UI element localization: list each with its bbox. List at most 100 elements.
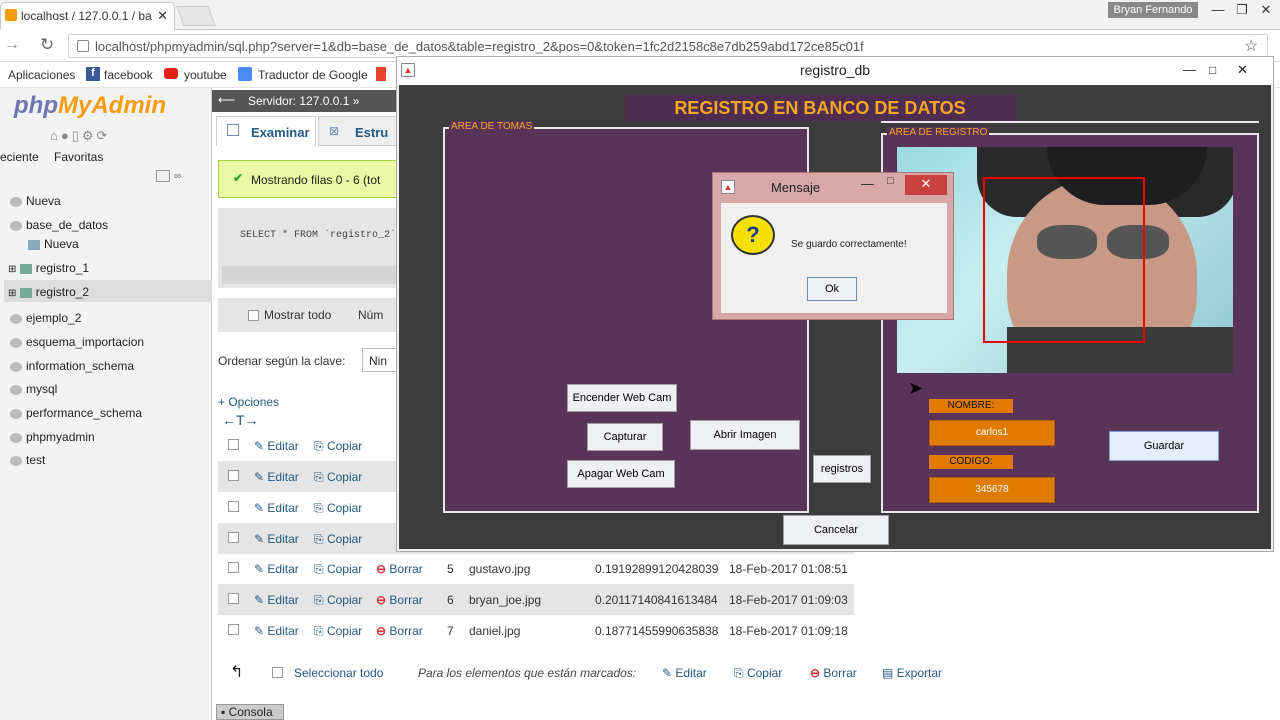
column-arrows-icon[interactable]: ←T→ <box>222 412 259 428</box>
cell-date: 18-Feb-2017 01:09:18 <box>729 624 848 638</box>
console-tab[interactable]: ▪ Consola <box>216 704 284 720</box>
row-edit-link[interactable]: ✎ Editar <box>254 624 299 638</box>
forward-icon[interactable]: → <box>4 36 20 54</box>
open-image-button[interactable]: Abrir Imagen <box>690 420 800 450</box>
tree-registro-1[interactable]: ⊞ registro_1 <box>8 261 89 275</box>
sql-text: SELECT * FROM `registro_2` <box>240 230 397 241</box>
row-delete-link[interactable]: ⊖ Borrar <box>376 593 423 607</box>
cancel-button[interactable]: Cancelar <box>783 515 889 545</box>
reload-icon[interactable]: ↻ <box>40 35 54 55</box>
youtube-icon <box>164 68 178 79</box>
bulk-delete-button[interactable]: ⊖ Borrar <box>810 666 857 680</box>
bookmark-apps[interactable]: Aplicaciones <box>8 68 75 82</box>
new-tab-button[interactable] <box>176 6 216 26</box>
tree-new-db[interactable]: Nueva <box>10 194 61 208</box>
dialog-close-icon[interactable]: ✕ <box>905 175 947 195</box>
records-button[interactable]: registros <box>813 455 871 483</box>
dialog-minimize-icon[interactable]: — <box>861 176 874 191</box>
name-field[interactable]: carlos1 <box>929 420 1055 446</box>
phpmyadmin-logo[interactable]: phpMyAdmin <box>14 92 166 120</box>
tree-phpmyadmin[interactable]: phpmyadmin <box>10 430 95 444</box>
close-icon[interactable]: ✕ <box>1237 57 1248 83</box>
cell-value: 0.19192899120428039 <box>595 562 719 576</box>
tree-esquema-importacion[interactable]: esquema_importacion <box>10 335 144 349</box>
code-label: CODIGO: <box>929 455 1013 469</box>
facebook-icon: f <box>86 67 100 81</box>
show-all-checkbox[interactable] <box>248 310 259 321</box>
sql-query-box: SELECT * FROM `registro_2` <box>218 208 402 288</box>
structure-icon: ⊠ <box>329 124 340 138</box>
tree-mysql[interactable]: mysql <box>10 382 57 396</box>
structure-label: Estru <box>355 125 389 140</box>
tree-base-de-datos[interactable]: base_de_datos <box>10 218 108 232</box>
page-info-icon[interactable] <box>77 40 89 52</box>
ok-button[interactable]: Ok <box>807 277 857 301</box>
link-icon[interactable]: ∞ <box>174 171 181 182</box>
sql-actions-bar <box>222 266 402 284</box>
row-checkbox[interactable] <box>228 562 239 576</box>
pma-favicon-icon <box>5 9 17 21</box>
question-icon: ? <box>731 215 775 255</box>
pma-nav-icons[interactable]: ⌂●▯⚙⟳ <box>50 128 110 144</box>
stop-webcam-button[interactable]: Apagar Web Cam <box>567 460 675 488</box>
bulk-copy-button[interactable]: ⎘ Copiar <box>734 666 782 681</box>
options-link[interactable]: + Opciones <box>218 395 279 409</box>
dialog-maximize-icon[interactable]: □ <box>887 175 894 187</box>
maximize-icon[interactable]: □ <box>1209 57 1216 83</box>
user-profile-badge[interactable]: Bryan Fernando <box>1108 2 1198 18</box>
bookmark-translate[interactable]: Traductor de Google <box>258 68 368 82</box>
save-button[interactable]: Guardar <box>1109 431 1219 461</box>
minimize-icon[interactable]: — <box>1183 57 1196 83</box>
navigation-bar: Mostrar todo Núm <box>218 298 402 332</box>
row-edit-link[interactable]: ✎ Editar <box>254 562 299 576</box>
maximize-icon[interactable]: ❐ <box>1232 2 1252 18</box>
row-copy-link[interactable]: ⎘ Copiar <box>314 562 362 577</box>
row-delete-link[interactable]: ⊖ Borrar <box>376 624 423 638</box>
window-titlebar: ▲ registro_db — □ ✕ <box>397 57 1273 85</box>
show-all-label: Mostrar todo <box>264 308 332 322</box>
row-checkbox[interactable] <box>228 593 239 607</box>
tree-registro-2[interactable]: ⊞ registro_2 <box>8 285 89 299</box>
tree-new-table[interactable]: Nueva <box>28 237 79 251</box>
tree-ejemplo-2[interactable]: ejemplo_2 <box>10 311 81 325</box>
close-tab-icon[interactable]: ✕ <box>157 8 168 24</box>
back-arrow-icon[interactable]: ⟵ <box>218 93 235 107</box>
java-icon: ▲ <box>721 180 735 194</box>
collapse-all-icon[interactable] <box>156 170 170 182</box>
bookmark-youtube[interactable]: youtube <box>184 68 227 82</box>
success-message: ✔ Mostrando filas 0 - 6 (tot <box>218 160 402 198</box>
dialog-titlebar: ▲ Mensaje — □ ✕ <box>713 173 953 201</box>
bulk-export-button[interactable]: ▤ Exportar <box>882 666 942 680</box>
console-label: Consola <box>228 705 273 719</box>
tree-performance-schema[interactable]: performance_schema <box>10 406 142 420</box>
tab-recent[interactable]: eciente <box>0 150 39 164</box>
close-window-icon[interactable]: ✕ <box>1256 2 1276 18</box>
row-checkbox[interactable] <box>228 624 239 638</box>
code-field[interactable]: 345678 <box>929 477 1055 503</box>
tree-test[interactable]: test <box>10 453 45 467</box>
server-crumb[interactable]: Servidor: 127.0.0.1 » <box>248 94 359 108</box>
logo-myadmin: MyAdmin <box>57 92 166 119</box>
row-delete-link[interactable]: ⊖ Borrar <box>376 562 423 576</box>
row-copy-link[interactable]: ⎘ Copiar <box>314 593 362 608</box>
capture-area-label: AREA DE TOMAS <box>449 121 535 132</box>
name-label: NOMBRE: <box>929 399 1013 413</box>
tab-favorites[interactable]: Favoritas <box>54 150 103 164</box>
select-all-checkbox[interactable] <box>272 667 283 678</box>
tree-information-schema[interactable]: information_schema <box>10 359 134 373</box>
url-input[interactable]: localhost/phpmyadmin/sql.php?server=1&db… <box>68 34 1268 58</box>
minimize-icon[interactable]: — <box>1208 2 1228 17</box>
capture-button[interactable]: Capturar <box>587 423 663 451</box>
panel-divider <box>881 121 1259 123</box>
browser-tab[interactable]: localhost / 127.0.0.1 / ba ✕ <box>0 2 175 30</box>
browse-icon <box>227 124 239 136</box>
row-edit-link[interactable]: ✎ Editar <box>254 593 299 607</box>
bulk-edit-button[interactable]: ✎ Editar <box>662 666 707 680</box>
tab-browse[interactable]: Examinar <box>216 116 316 146</box>
bookmark-star-icon[interactable]: ☆ <box>1244 36 1258 56</box>
tab-structure[interactable]: ⊠ Estru <box>318 116 402 146</box>
bookmark-facebook[interactable]: facebook <box>104 68 153 82</box>
start-webcam-button[interactable]: Encender Web Cam <box>567 384 677 412</box>
select-all-label[interactable]: Seleccionar todo <box>294 666 383 680</box>
row-copy-link[interactable]: ⎘ Copiar <box>314 624 362 639</box>
